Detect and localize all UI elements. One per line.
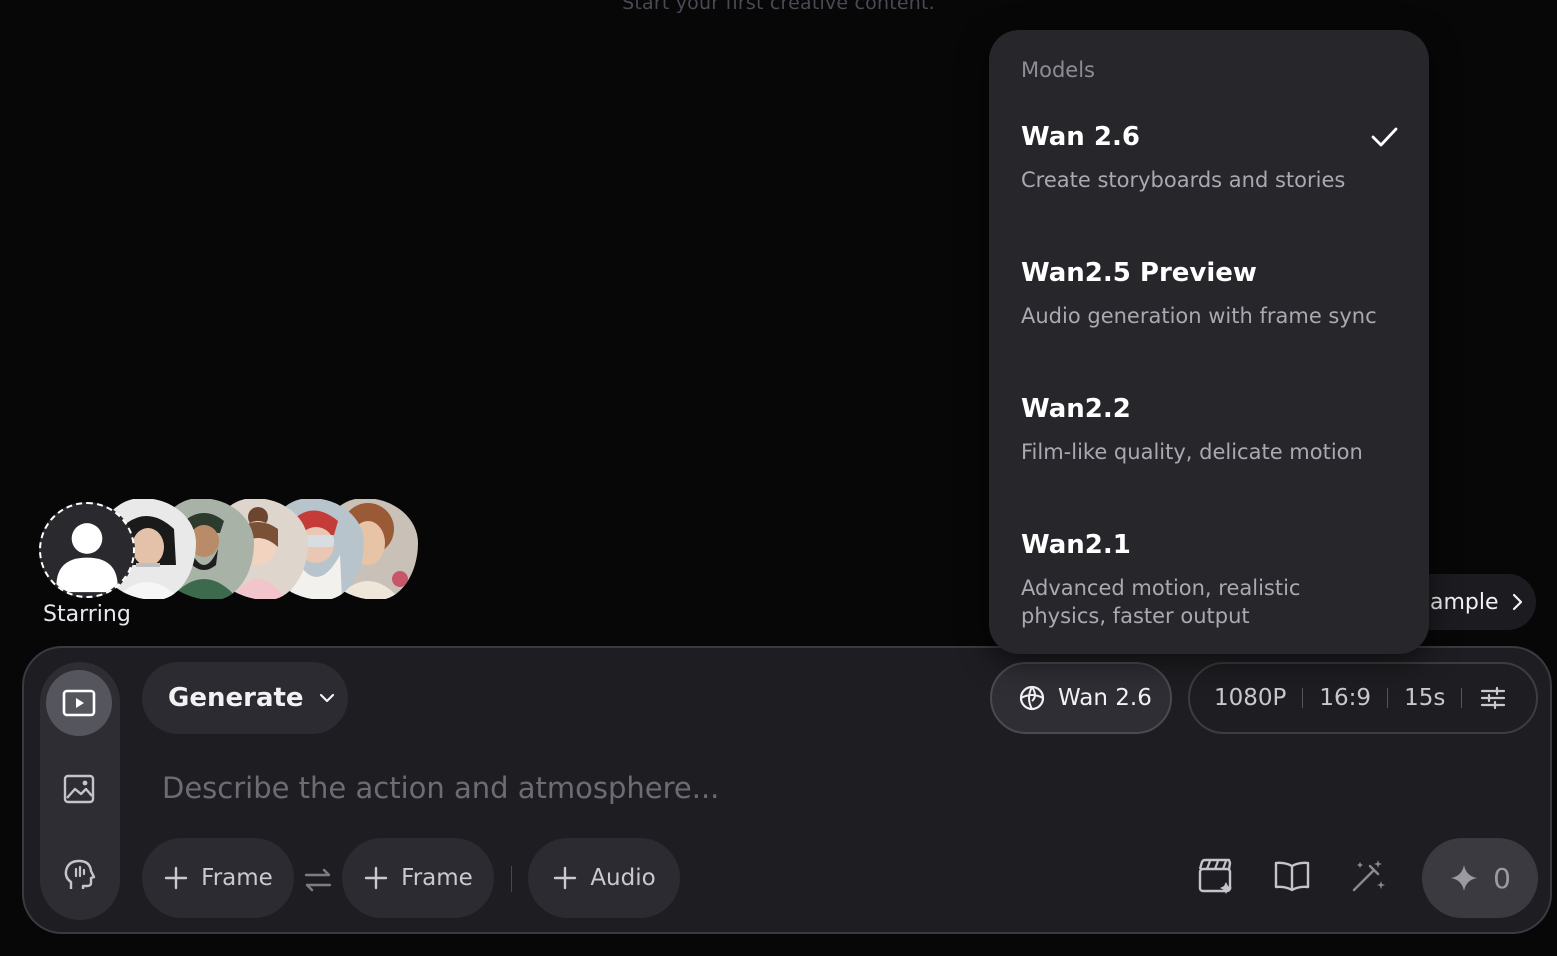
chevron-right-icon [1512, 593, 1522, 611]
add-start-frame-button[interactable]: Frame [142, 838, 294, 918]
divider [1387, 688, 1389, 708]
add-audio-button[interactable]: Audio [528, 838, 680, 918]
divider [1302, 688, 1304, 708]
credit-count: 0 [1493, 861, 1511, 895]
starring-label: Starring [43, 602, 131, 627]
plus-icon [364, 866, 388, 890]
mode-rail [40, 662, 120, 920]
model-option-desc: Create storyboards and stories [1021, 168, 1346, 192]
story-book-button[interactable] [1272, 856, 1312, 896]
storyboard-button[interactable] [1196, 856, 1236, 896]
user-silhouette-icon [56, 523, 118, 593]
example-label: ample [1430, 589, 1499, 615]
add-end-frame-button[interactable]: Frame [342, 838, 494, 918]
swap-frames-icon[interactable] [302, 864, 334, 896]
plus-icon [164, 866, 188, 890]
sliders-icon [1481, 686, 1506, 710]
composer-panel: Generate Wan 2.6 1080P 16:9 15s Frame Fr… [22, 646, 1552, 934]
model-option-wan-2-6[interactable]: Wan 2.6 Create storyboards and stories [1021, 122, 1401, 194]
starring-section: Starring [38, 498, 438, 638]
image-icon [63, 774, 95, 804]
start-frame-label: Frame [201, 865, 273, 891]
generate-label: Generate [168, 683, 304, 713]
prompt-enhance-button[interactable] [1348, 856, 1388, 896]
top-hint: Start your first creative content. [622, 0, 935, 14]
generation-settings-button[interactable]: 1080P 16:9 15s [1188, 662, 1538, 734]
divider [1461, 688, 1463, 708]
magic-wand-icon [1352, 860, 1385, 892]
model-option-desc: Film-like quality, delicate motion [1021, 440, 1363, 464]
aspect-ratio-value: 16:9 [1319, 685, 1372, 711]
image-mode-button[interactable] [46, 756, 112, 822]
models-menu-title: Models [1021, 58, 1095, 82]
model-selector-button[interactable]: Wan 2.6 [990, 662, 1172, 734]
prompt-input[interactable] [162, 766, 1162, 810]
models-menu: Models Wan 2.6 Create storyboards and st… [989, 30, 1429, 654]
end-frame-label: Frame [401, 865, 473, 891]
model-option-wan-2-2[interactable]: Wan2.2 Film-like quality, delicate motio… [1021, 394, 1401, 466]
checkmark-icon [1371, 127, 1398, 147]
chevron-down-icon [319, 693, 334, 703]
resolution-value: 1080P [1214, 685, 1287, 711]
head-profile-icon [64, 859, 96, 889]
duration-value: 15s [1404, 685, 1446, 711]
model-option-desc: Audio generation with frame sync [1021, 304, 1377, 328]
audio-label: Audio [590, 865, 656, 891]
avatar-mode-button[interactable] [46, 842, 112, 908]
model-option-name: Wan2.5 Preview [1021, 258, 1257, 288]
generate-mode-dropdown[interactable]: Generate [142, 662, 348, 734]
model-selector-label: Wan 2.6 [1058, 685, 1152, 711]
model-option-wan-2-1[interactable]: Wan2.1 Advanced motion, realistic physic… [1021, 530, 1351, 630]
add-self-avatar[interactable] [39, 502, 135, 598]
model-globe-icon [1019, 685, 1045, 711]
submit-generate-button[interactable]: 0 [1422, 838, 1538, 918]
sparkle-icon [1451, 865, 1478, 891]
model-option-desc: Advanced motion, realistic physics, fast… [1021, 576, 1301, 628]
video-mode-button[interactable] [46, 670, 112, 736]
video-icon [62, 689, 96, 717]
book-open-icon [1274, 861, 1310, 892]
clapperboard-sparkle-icon [1198, 858, 1232, 894]
model-option-wan-2-5-preview[interactable]: Wan2.5 Preview Audio generation with fra… [1021, 258, 1401, 330]
model-option-name: Wan2.2 [1021, 394, 1131, 424]
divider [511, 866, 512, 892]
model-option-name: Wan2.1 [1021, 530, 1131, 560]
plus-icon [554, 866, 577, 890]
model-option-name: Wan 2.6 [1021, 122, 1140, 152]
